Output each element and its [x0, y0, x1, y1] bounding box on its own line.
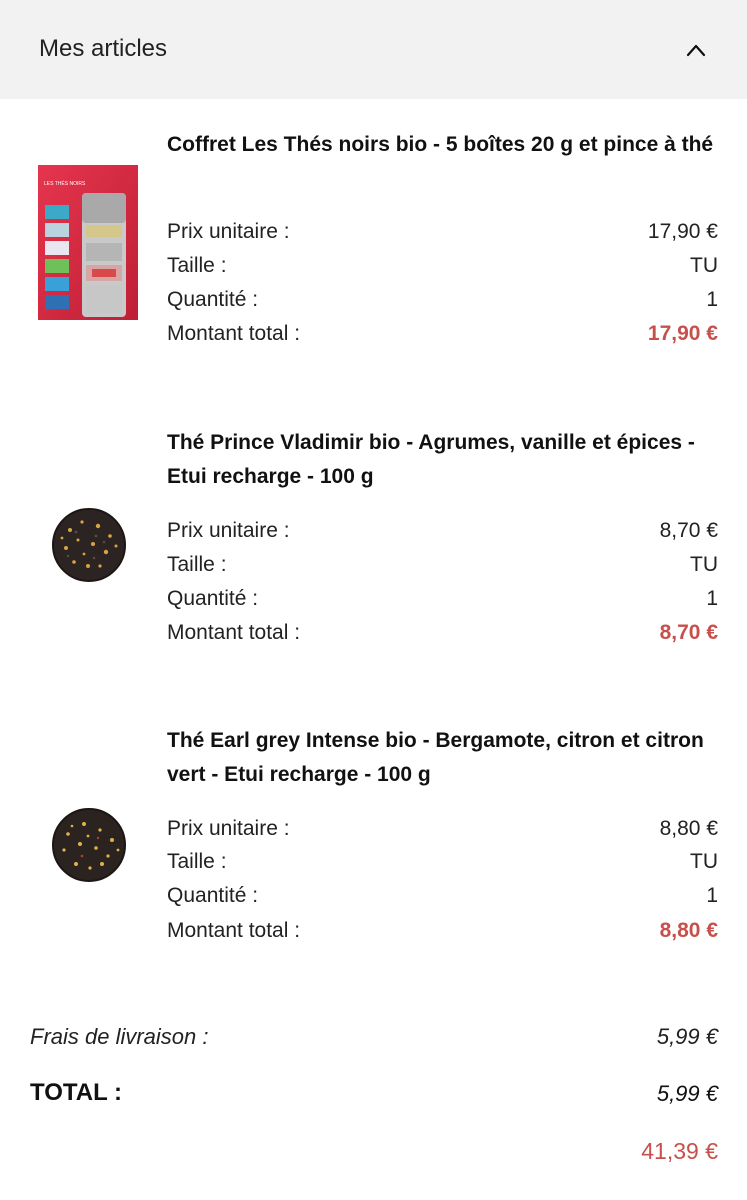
unit-price-row: Prix unitaire : 8,80 €	[167, 812, 718, 846]
unit-price-label: Prix unitaire :	[167, 519, 290, 542]
total-shipping-value: 5,99 €	[656, 1081, 718, 1106]
size-label: Taille :	[167, 254, 227, 277]
quantity-row: Quantité : 1	[167, 879, 718, 913]
unit-price-value: 8,80 €	[659, 817, 718, 840]
quantity-value: 1	[706, 288, 718, 311]
loose-leaf-tea-icon	[52, 508, 126, 582]
quantity-label: Quantité :	[167, 884, 259, 907]
svg-text:LES THÉS NOIRS: LES THÉS NOIRS	[44, 180, 86, 187]
unit-price-value: 17,90 €	[647, 220, 718, 243]
quantity-row: Quantité : 1	[167, 582, 718, 616]
quantity-value: 1	[706, 884, 718, 907]
line-total-value: 17,90 €	[647, 322, 718, 345]
size-row: Taille : TU	[167, 548, 718, 582]
unit-price-value: 8,70 €	[659, 519, 718, 542]
quantity-value: 1	[706, 587, 718, 610]
section-title: Mes articles	[39, 35, 168, 62]
item-title[interactable]: Thé Earl grey Intense bio - Bergamote, c…	[167, 724, 727, 792]
line-total-value: 8,70 €	[659, 621, 718, 644]
line-total-row: Montant total : 17,90 €	[167, 317, 718, 351]
size-row: Taille : TU	[167, 249, 718, 283]
item-title[interactable]: Thé Prince Vladimir bio - Agrumes, vanil…	[167, 426, 727, 494]
size-row: Taille : TU	[167, 845, 718, 879]
line-total-row: Montant total : 8,70 €	[167, 616, 718, 650]
unit-price-row: Prix unitaire : 17,90 €	[167, 215, 718, 249]
shipping-value: 5,99 €	[656, 1024, 718, 1049]
size-value: TU	[690, 254, 718, 277]
line-total-row: Montant total : 8,80 €	[167, 914, 718, 948]
shipping-label: Frais de livraison :	[30, 1024, 209, 1049]
quantity-label: Quantité :	[167, 587, 259, 610]
unit-price-label: Prix unitaire :	[167, 817, 290, 840]
size-value: TU	[690, 553, 718, 576]
line-total-label: Montant total :	[167, 919, 301, 942]
total-label: TOTAL :	[30, 1079, 122, 1106]
tea-gift-box-icon: LES THÉS NOIRS	[38, 165, 138, 320]
grand-total-value: 41,39 €	[641, 1138, 718, 1164]
size-label: Taille :	[167, 850, 227, 873]
line-total-value: 8,80 €	[659, 919, 718, 942]
unit-price-label: Prix unitaire :	[167, 220, 290, 243]
line-total-label: Montant total :	[167, 621, 301, 644]
line-total-label: Montant total :	[167, 322, 301, 345]
quantity-row: Quantité : 1	[167, 283, 718, 317]
size-value: TU	[690, 850, 718, 873]
size-label: Taille :	[167, 553, 227, 576]
mes-articles-header[interactable]: Mes articles	[0, 0, 747, 99]
total-row: TOTAL : 5,99 €	[30, 1079, 718, 1115]
quantity-label: Quantité :	[167, 288, 259, 311]
item-title[interactable]: Coffret Les Thés noirs bio - 5 boîtes 20…	[167, 128, 727, 162]
shipping-row: Frais de livraison : 5,99 €	[30, 1024, 718, 1060]
loose-leaf-tea-icon	[52, 808, 126, 882]
chevron-up-icon[interactable]	[684, 40, 708, 60]
unit-price-row: Prix unitaire : 8,70 €	[167, 514, 718, 548]
